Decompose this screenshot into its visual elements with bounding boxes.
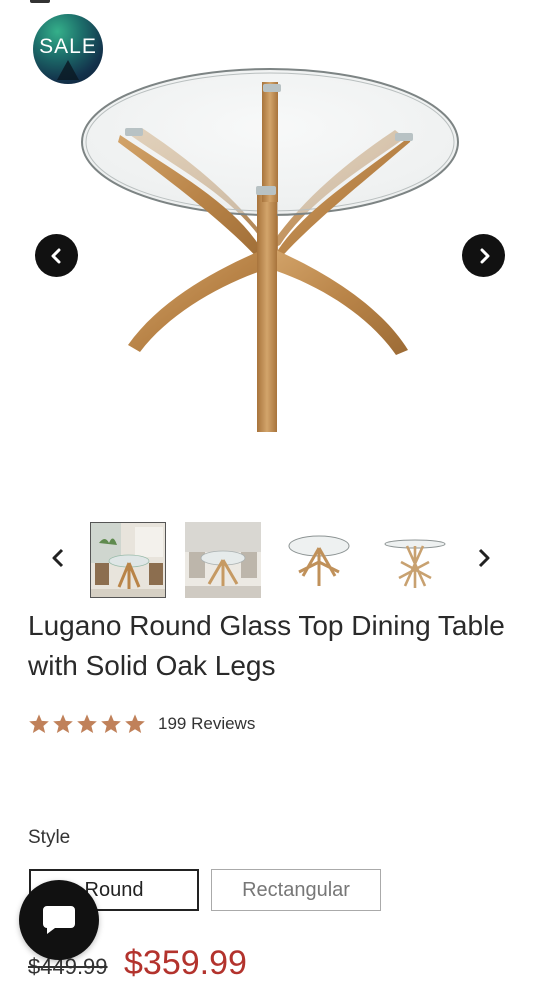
star-icon — [77, 714, 97, 733]
style-option-rectangular[interactable]: Rectangular — [211, 869, 381, 911]
product-hero-image[interactable]: SALE — [0, 0, 540, 510]
star-icon — [125, 714, 145, 733]
star-rating — [28, 713, 146, 735]
star-icon — [53, 714, 73, 733]
sale-price: $359.99 — [124, 944, 247, 982]
tree-icon — [57, 60, 79, 80]
sale-badge-label: SALE — [39, 35, 97, 58]
thumbnail-room-scene-1[interactable] — [90, 522, 166, 598]
thumbnail-round-table-view[interactable] — [281, 522, 357, 598]
chat-button[interactable] — [19, 880, 99, 960]
thumbnail-room-scene-2[interactable] — [185, 522, 261, 598]
chat-bubble-icon — [43, 906, 75, 934]
chevron-left-icon — [52, 548, 64, 568]
thumbnail-image — [281, 522, 357, 598]
sale-badge: SALE — [33, 14, 103, 84]
chevron-left-icon — [51, 248, 60, 263]
star-icon — [29, 714, 49, 733]
thumbnail-image — [91, 523, 165, 597]
review-count-link[interactable]: 199 Reviews — [158, 714, 255, 734]
thumbnails-next-button[interactable] — [472, 546, 496, 570]
chevron-right-icon — [480, 248, 489, 263]
chevron-right-icon — [478, 548, 490, 568]
thumbnail-round-table-side[interactable] — [377, 522, 453, 598]
gallery-next-button[interactable] — [462, 234, 505, 277]
thumbnails-prev-button[interactable] — [46, 546, 70, 570]
product-title: Lugano Round Glass Top Dining Table with… — [28, 610, 505, 681]
gallery-prev-button[interactable] — [35, 234, 78, 277]
thumbnail-image — [185, 522, 261, 598]
thumbnail-image — [377, 522, 453, 598]
thumbnail-strip — [0, 518, 540, 602]
star-icon — [101, 714, 121, 733]
product-rating[interactable]: 199 Reviews — [28, 711, 255, 737]
style-label: Style — [28, 827, 71, 848]
